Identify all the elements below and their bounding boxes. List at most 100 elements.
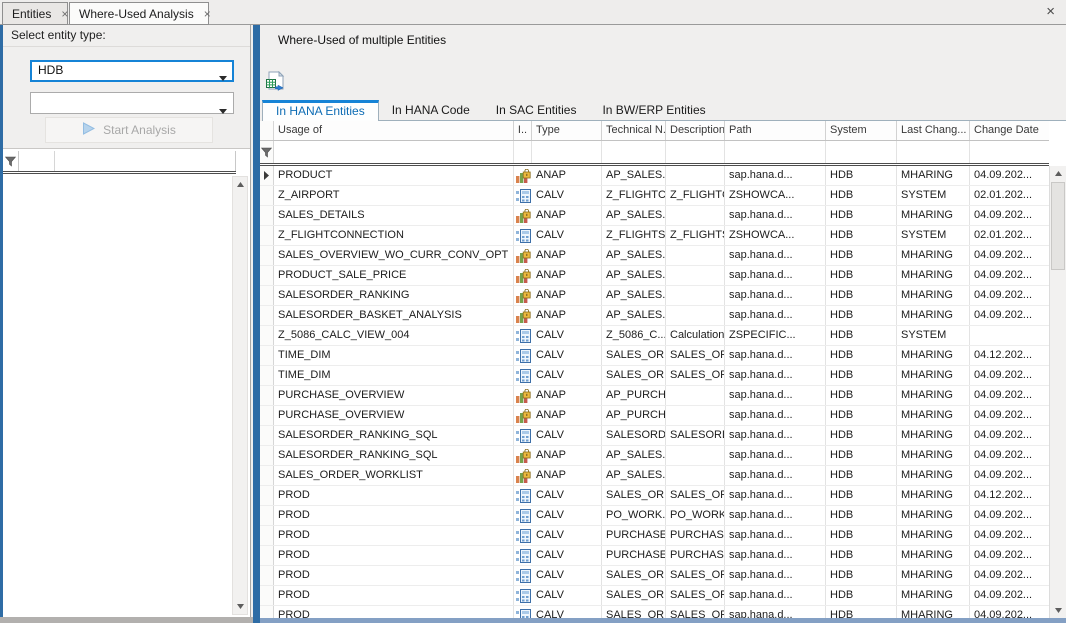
cell-system: HDB	[826, 166, 897, 185]
table-row[interactable]: TIME_DIMCALVSALES_OR...SALES_OR...sap.ha…	[260, 346, 1049, 366]
table-row[interactable]: PURCHASE_OVERVIEWANAPAP_PURCH...sap.hana…	[260, 406, 1049, 426]
table-row[interactable]: Z_FLIGHTCONNECTIONCALVZ_FLIGHTSZ_FLIGHTS…	[260, 226, 1049, 246]
grid-filter-row	[260, 141, 1049, 163]
cell-last-changed-by: MHARING	[897, 606, 970, 618]
table-row[interactable]: PRODCALVSALES_OR...SALES_OR...sap.hana.d…	[260, 586, 1049, 606]
row-gutter	[260, 386, 274, 405]
cell-type: ANAP	[532, 446, 602, 465]
filter-cell[interactable]	[970, 141, 1049, 163]
table-row[interactable]: SALES_DETAILSANAPAP_SALES...sap.hana.d..…	[260, 206, 1049, 226]
table-row[interactable]: PRODUCTANAPAP_SALES...sap.hana.d...HDBMH…	[260, 166, 1049, 186]
filter-cell[interactable]	[514, 141, 532, 163]
cell-change-date: 04.09.202...	[970, 266, 1049, 285]
filter-cell[interactable]	[602, 141, 666, 163]
scrollbar-thumb[interactable]	[1051, 182, 1065, 270]
column-header-change-date[interactable]: Change Date	[970, 121, 1049, 140]
column-header-system[interactable]: System	[826, 121, 897, 140]
table-row[interactable]: PRODCALVSALES_OR...SALES_OR...sap.hana.d…	[260, 606, 1049, 618]
table-row[interactable]: SALESORDER_BASKET_ANALYSISANAPAP_SALES..…	[260, 306, 1049, 326]
tab-in-bw-erp-entities[interactable]: In BW/ERP Entities	[589, 100, 718, 120]
window-tab-entities[interactable]: Entities ×	[2, 2, 68, 25]
window-tab-where-used-analysis[interactable]: Where-Used Analysis ×	[69, 2, 209, 25]
table-row[interactable]: Z_5086_CALC_VIEW_004CALVZ_5086_C...Calcu…	[260, 326, 1049, 346]
column-header-technical-name[interactable]: Technical N...	[602, 121, 666, 140]
filter-cell[interactable]	[55, 151, 235, 171]
entity-list-area[interactable]	[3, 174, 250, 617]
start-analysis-button[interactable]: Start Analysis	[45, 117, 213, 143]
cell-change-date: 04.09.202...	[970, 406, 1049, 425]
table-row[interactable]: PRODUCT_SALE_PRICEANAPAP_SALES...sap.han…	[260, 266, 1049, 286]
cell-system: HDB	[826, 606, 897, 618]
cell-technical-name: AP_PURCH...	[602, 406, 666, 425]
export-to-excel-icon[interactable]	[263, 69, 287, 93]
calculation-view-icon	[514, 366, 532, 385]
tab-in-sac-entities[interactable]: In SAC Entities	[483, 100, 590, 120]
tab-close-icon[interactable]: ×	[204, 8, 211, 20]
table-row[interactable]: TIME_DIMCALVSALES_OR...SALES_OR...sap.ha…	[260, 366, 1049, 386]
cell-description	[666, 466, 725, 485]
scroll-up-icon[interactable]	[1050, 166, 1066, 181]
app-window: { "window": { "tabs": [ {"label": "Entit…	[0, 0, 1066, 623]
cell-change-date: 04.09.202...	[970, 426, 1049, 445]
filter-cell[interactable]	[897, 141, 970, 163]
table-row[interactable]: PRODCALVSALES_OR...SALES_OR...sap.hana.d…	[260, 566, 1049, 586]
cell-last-changed-by: MHARING	[897, 586, 970, 605]
column-header-path[interactable]: Path	[725, 121, 826, 140]
cell-type: CALV	[532, 606, 602, 618]
cell-change-date: 04.09.202...	[970, 206, 1049, 225]
cell-description: SALES_OR...	[666, 346, 725, 365]
sidebar-scrollbar[interactable]	[232, 176, 248, 615]
column-header-usage-of[interactable]: Usage of	[274, 121, 514, 140]
calculation-view-icon	[514, 586, 532, 605]
chevron-down-icon	[219, 101, 227, 120]
filter-cell[interactable]	[532, 141, 602, 163]
cell-technical-name: Z_FLIGHTC...	[602, 186, 666, 205]
filter-cell[interactable]	[725, 141, 826, 163]
tab-in-hana-code[interactable]: In HANA Code	[379, 100, 483, 120]
filter-cell[interactable]	[666, 141, 725, 163]
grid-vertical-scrollbar[interactable]	[1049, 166, 1066, 618]
tab-in-hana-entities[interactable]: In HANA Entities	[262, 100, 379, 121]
cell-type: CALV	[532, 326, 602, 345]
table-row[interactable]: PURCHASE_OVERVIEWANAPAP_PURCH...sap.hana…	[260, 386, 1049, 406]
calculation-view-icon	[514, 186, 532, 205]
column-header-description[interactable]: Description	[666, 121, 725, 140]
table-row[interactable]: SALES_ORDER_WORKLISTANAPAP_SALES...sap.h…	[260, 466, 1049, 486]
column-header-last-changed[interactable]: Last Chang...	[897, 121, 970, 140]
table-row[interactable]: PRODCALVPO_WORK...PO_WORK...sap.hana.d..…	[260, 506, 1049, 526]
cell-last-changed-by: MHARING	[897, 566, 970, 585]
table-row[interactable]: SALES_OVERVIEW_WO_CURR_CONV_OPTANAPAP_SA…	[260, 246, 1049, 266]
entity-type-dropdown[interactable]: HDB	[30, 60, 234, 82]
filter-cell[interactable]	[19, 151, 55, 171]
scroll-down-icon[interactable]	[1050, 603, 1066, 618]
analytic-view-icon	[514, 466, 532, 485]
cell-technical-name: AP_SALES...	[602, 286, 666, 305]
column-header-icon[interactable]: I..	[514, 121, 532, 140]
cell-system: HDB	[826, 446, 897, 465]
cell-description: SALES_OR...	[666, 366, 725, 385]
table-row[interactable]: PRODCALVPURCHASE...PURCHASE...sap.hana.d…	[260, 526, 1049, 546]
cell-change-date: 04.09.202...	[970, 566, 1049, 585]
table-row[interactable]: SALESORDER_RANKINGANAPAP_SALES...sap.han…	[260, 286, 1049, 306]
table-row[interactable]: PRODCALVSALES_OR...SALES_OR...sap.hana.d…	[260, 486, 1049, 506]
table-row[interactable]: SALESORDER_RANKING_SQLANAPAP_SALES...sap…	[260, 446, 1049, 466]
window-tab-bar: Entities × Where-Used Analysis × ×	[0, 0, 1066, 25]
cell-technical-name: AP_PURCH...	[602, 386, 666, 405]
filter-cell[interactable]	[274, 141, 514, 163]
tab-close-icon[interactable]: ×	[61, 8, 68, 20]
table-row[interactable]: SALESORDER_RANKING_SQLCALVSALESORD...SAL…	[260, 426, 1049, 446]
table-row[interactable]: Z_AIRPORTCALVZ_FLIGHTC...Z_FLIGHTC...ZSH…	[260, 186, 1049, 206]
column-header-type[interactable]: Type	[532, 121, 602, 140]
cell-last-changed-by: SYSTEM	[897, 326, 970, 345]
filter-cell[interactable]	[826, 141, 897, 163]
panel-splitter[interactable]	[253, 25, 260, 623]
scroll-up-icon[interactable]	[233, 177, 247, 192]
cell-system: HDB	[826, 526, 897, 545]
cell-technical-name: SALES_OR...	[602, 366, 666, 385]
cell-usage-of: PRODUCT	[274, 166, 514, 185]
entity-value-dropdown[interactable]	[30, 92, 234, 114]
scroll-down-icon[interactable]	[233, 599, 247, 614]
close-icon[interactable]: ×	[1046, 3, 1055, 21]
cell-system: HDB	[826, 186, 897, 205]
table-row[interactable]: PRODCALVPURCHASE...PURCHASE...sap.hana.d…	[260, 546, 1049, 566]
